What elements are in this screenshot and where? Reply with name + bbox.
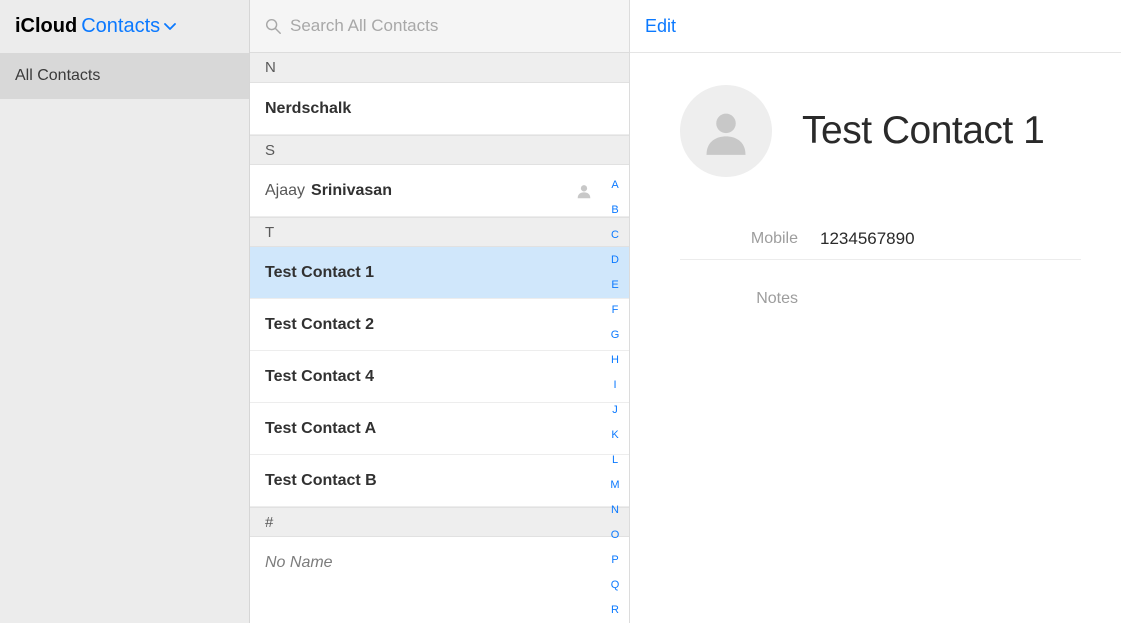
contact-first-name: Ajaay	[265, 182, 305, 200]
notes-row: Notes	[680, 260, 1081, 318]
alpha-index-letter[interactable]: R	[611, 604, 619, 617]
alpha-index-letter[interactable]: A	[611, 179, 618, 192]
alpha-index-letter[interactable]: M	[610, 479, 619, 492]
notes-label: Notes	[680, 290, 820, 308]
sidebar-group-item[interactable]: All Contacts	[0, 53, 249, 99]
contact-row[interactable]: Test Contact 1	[250, 247, 629, 299]
field-value[interactable]: 1234567890	[820, 229, 915, 249]
alpha-index-letter[interactable]: K	[611, 429, 618, 442]
avatar	[680, 85, 772, 177]
alpha-index-letter[interactable]: I	[613, 379, 616, 392]
alpha-index-letter[interactable]: J	[612, 404, 618, 417]
alpha-index-letter[interactable]: O	[611, 529, 620, 542]
alpha-index-letter[interactable]: F	[612, 304, 619, 317]
contact-last-name: Srinivasan	[311, 182, 392, 200]
contact-name-text: No Name	[265, 554, 333, 572]
search-bar	[250, 0, 629, 53]
contacts-list: N Nerdschalk S Ajaay Srinivasan T Test Contact…	[250, 0, 630, 623]
section-header: #	[250, 507, 629, 537]
alpha-index-letter[interactable]: P	[611, 554, 618, 567]
contact-last-name: Test Contact 2	[265, 316, 374, 334]
search-input[interactable]	[290, 16, 615, 36]
detail-header: Edit	[630, 0, 1121, 53]
section-header: S	[250, 135, 629, 165]
search-icon	[264, 17, 282, 35]
alpha-index-letter[interactable]: N	[611, 504, 619, 517]
contact-row[interactable]: Test Contact 2	[250, 299, 629, 351]
field-label: Mobile	[680, 230, 820, 248]
app-title[interactable]: iCloud Contacts	[0, 0, 249, 53]
contact-row[interactable]: Ajaay Srinivasan	[250, 165, 629, 217]
brand-sub: Contacts	[81, 15, 160, 38]
alpha-index-letter[interactable]: D	[611, 254, 619, 267]
alpha-index-letter[interactable]: B	[611, 204, 618, 217]
contact-row[interactable]: Test Contact B	[250, 455, 629, 507]
contact-last-name: Test Contact 4	[265, 368, 374, 386]
alpha-index-letter[interactable]: E	[611, 279, 618, 292]
alpha-index-letter[interactable]: L	[612, 454, 618, 467]
brand-main: iCloud	[15, 15, 77, 38]
contact-last-name: Test Contact 1	[265, 264, 374, 282]
detail-field-row: Mobile1234567890	[680, 219, 1081, 260]
person-icon	[575, 182, 593, 200]
alpha-index-letter[interactable]: C	[611, 229, 619, 242]
alpha-index-letter[interactable]: H	[611, 354, 619, 367]
contact-name: Test Contact 1	[802, 109, 1044, 153]
contact-row[interactable]: Nerdschalk	[250, 83, 629, 135]
contact-row[interactable]: Test Contact 4	[250, 351, 629, 403]
contact-last-name: Test Contact A	[265, 420, 376, 438]
contact-detail: Edit Test Contact 1 Mobile1234567890 Not…	[630, 0, 1121, 623]
section-header: T	[250, 217, 629, 247]
section-header: N	[250, 53, 629, 83]
contact-row[interactable]: No Name	[250, 537, 629, 589]
alpha-index-letter[interactable]: G	[611, 329, 620, 342]
chevron-down-icon	[164, 15, 176, 38]
alpha-index[interactable]: ABCDEFGHIJKLMNOPQR	[601, 53, 629, 623]
contact-row[interactable]: Test Contact A	[250, 403, 629, 455]
contact-last-name: Nerdschalk	[265, 100, 351, 118]
alpha-index-letter[interactable]: Q	[611, 579, 620, 592]
contact-last-name: Test Contact B	[265, 472, 377, 490]
sidebar: iCloud Contacts All Contacts	[0, 0, 250, 623]
edit-button[interactable]: Edit	[645, 16, 676, 37]
